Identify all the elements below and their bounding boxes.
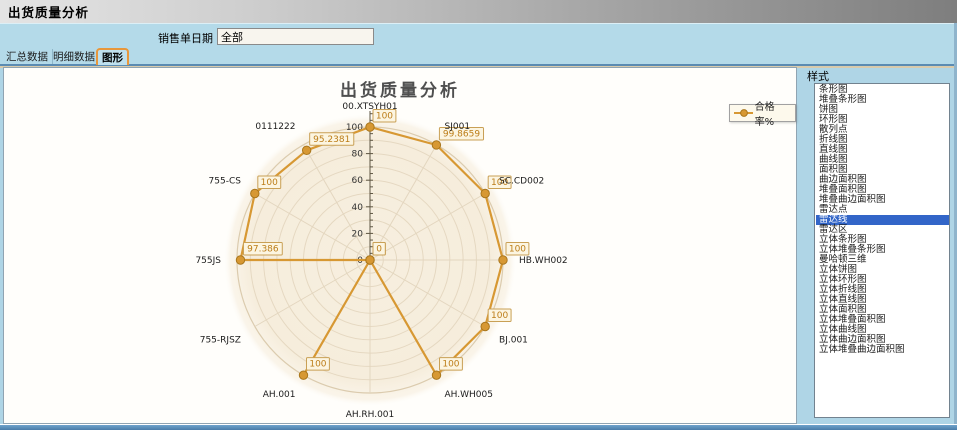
style-listbox[interactable]: 条形图堆叠条形图饼图环形图散列点折线图直线图曲线图面积图曲边面积图堆叠面积图堆叠… <box>814 83 950 418</box>
legend-line-marker-icon <box>733 108 753 118</box>
data-point <box>236 256 244 264</box>
style-panel-title: 样式 <box>807 68 829 84</box>
tab-graph[interactable]: 图形 <box>96 48 129 65</box>
window-title: 出货质量分析 <box>0 2 89 21</box>
style-option[interactable]: 立体堆叠曲边面积图 <box>816 345 949 355</box>
chart-legend: 合格率% <box>729 104 796 122</box>
category-label: SJ001 <box>445 122 471 132</box>
data-point <box>432 141 440 149</box>
axis-tick-label: 20 <box>352 229 364 239</box>
data-point <box>366 123 374 131</box>
filter-bar: 销售单日期 <box>0 23 957 47</box>
axis-tick-label: 80 <box>352 150 364 160</box>
tab-detail-data[interactable]: 明细数据 <box>49 49 100 64</box>
axis-tick-label: 40 <box>352 203 364 213</box>
data-point <box>481 322 489 330</box>
category-label: SC.CD002 <box>499 177 544 187</box>
value-label: 100 <box>309 360 326 370</box>
category-label: AH.WH005 <box>445 390 493 400</box>
value-label: 100 <box>261 178 278 188</box>
tab-strip: 汇总数据 明细数据 图形 <box>0 47 957 66</box>
value-label: 100 <box>509 245 526 255</box>
sales-date-label: 销售单日期 <box>158 30 213 46</box>
category-label: 755JS <box>195 256 221 266</box>
data-point <box>299 371 307 379</box>
value-label: 100 <box>442 360 459 370</box>
data-point <box>251 189 259 197</box>
category-label: AH.RH.001 <box>346 410 395 420</box>
data-point <box>366 256 374 264</box>
value-label: 0 <box>376 245 382 255</box>
axis-tick-label: 60 <box>352 176 364 186</box>
value-label: 97.386 <box>247 245 279 255</box>
category-label: 00.XTSYH01 <box>342 102 397 112</box>
tab-summary-data[interactable]: 汇总数据 <box>2 49 53 64</box>
radar-chart: 02040608010010099.8659100100100100010009… <box>4 68 796 423</box>
value-label: 95.2381 <box>313 135 350 145</box>
window-bottom-border <box>0 424 957 430</box>
category-label: 755-CS <box>209 177 242 187</box>
value-label: 100 <box>376 112 393 122</box>
chart-panel: 出货质量分析 02040608010010099.865910010010010… <box>3 67 797 424</box>
value-label: 100 <box>491 311 508 321</box>
legend-series-label: 合格率% <box>755 98 790 128</box>
category-label: HB.WH002 <box>519 256 568 266</box>
sales-date-input[interactable] <box>217 28 374 45</box>
category-label: 755-RJSZ <box>200 336 241 346</box>
data-point <box>432 371 440 379</box>
data-point <box>481 189 489 197</box>
data-point <box>302 146 310 154</box>
category-label: BJ.001 <box>499 336 528 346</box>
chart-title: 出货质量分析 <box>4 76 796 101</box>
data-point <box>499 256 507 264</box>
window-title-bar: 出货质量分析 <box>0 0 957 23</box>
category-label: AH.001 <box>263 390 296 400</box>
category-label: 0111222 <box>255 122 295 132</box>
